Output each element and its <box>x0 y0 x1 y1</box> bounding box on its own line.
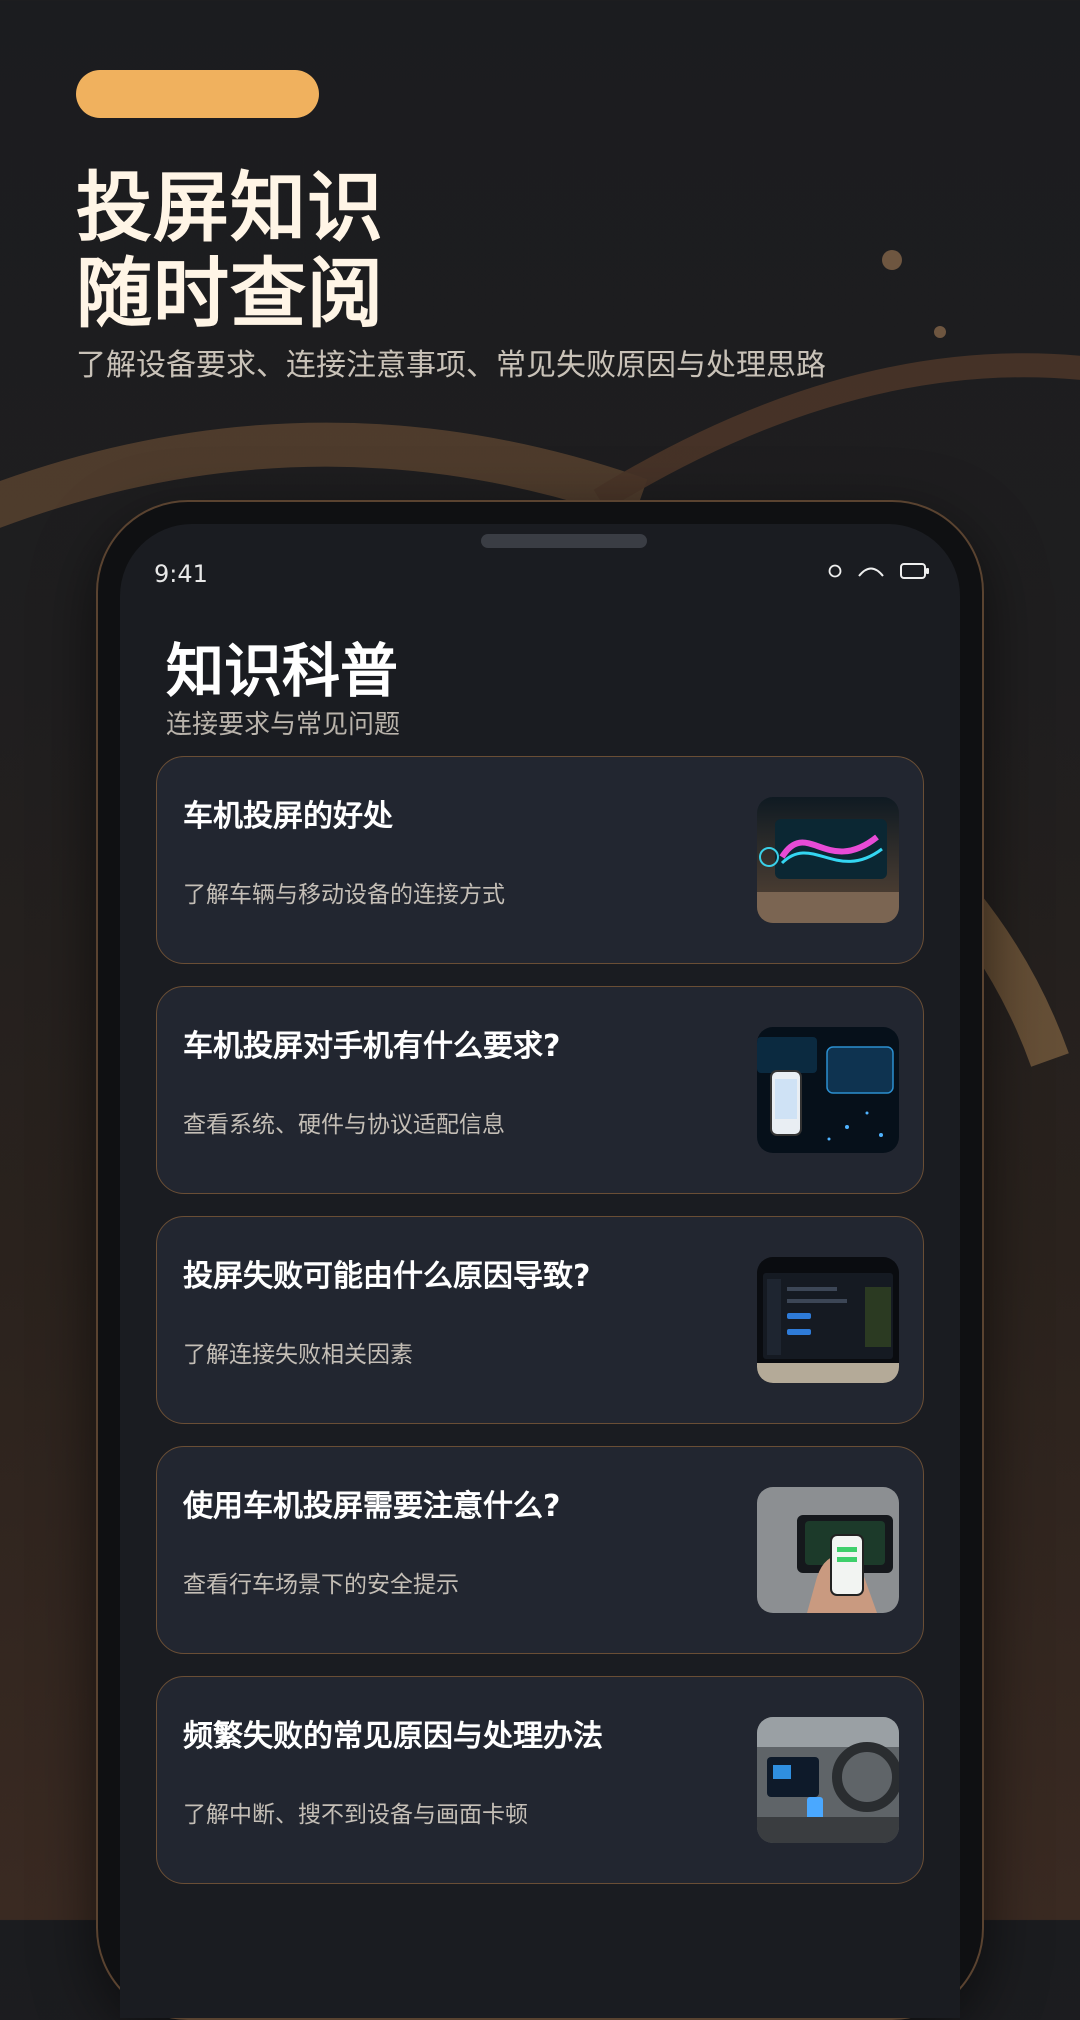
hero-title-line2: 随时查阅 <box>76 249 384 338</box>
card-title: 车机投屏的好处 <box>183 799 393 834</box>
knowledge-card[interactable]: 车机投屏对手机有什么要求? 查看系统、硬件与协议适配信息 <box>156 986 924 1194</box>
phone-and-car-screen-image <box>757 1027 899 1153</box>
car-interior-image <box>757 1717 899 1843</box>
knowledge-card[interactable]: 车机投屏的好处 了解车辆与移动设备的连接方式 <box>156 756 924 964</box>
card-title: 投屏失败可能由什么原因导致? <box>183 1259 591 1294</box>
car-infotainment-screen-image <box>757 1257 899 1383</box>
phone-notch <box>481 534 647 548</box>
card-description: 查看行车场景下的安全提示 <box>183 1572 459 1598</box>
page-title: 知识科普 <box>166 637 399 705</box>
battery-icon <box>900 562 930 580</box>
hero-title-line1: 投屏知识 <box>76 163 384 252</box>
page-subtitle: 连接要求与常见问题 <box>166 710 401 740</box>
circle-icon <box>828 564 842 578</box>
hand-holding-phone-image <box>757 1487 899 1613</box>
knowledge-card-list: 车机投屏的好处 了解车辆与移动设备的连接方式 车机投屏对手机有什么要求? 查看系… <box>156 756 924 1906</box>
card-description: 了解车辆与移动设备的连接方式 <box>183 882 505 908</box>
card-description: 了解中断、搜不到设备与画面卡顿 <box>183 1802 528 1828</box>
phone-mockup: 9:41 知识科普 连接要求与常见问题 车机投屏的好处 了解车辆与移动设备的连接… <box>96 500 984 2020</box>
status-time: 9:41 <box>154 560 208 588</box>
knowledge-card[interactable]: 频繁失败的常见原因与处理办法 了解中断、搜不到设备与画面卡顿 <box>156 1676 924 1884</box>
wifi-icon <box>856 563 886 579</box>
card-description: 查看系统、硬件与协议适配信息 <box>183 1112 505 1138</box>
status-icons <box>828 562 930 580</box>
phone-screen: 9:41 知识科普 连接要求与常见问题 车机投屏的好处 了解车辆与移动设备的连接… <box>120 524 960 2018</box>
accent-pill <box>76 70 319 118</box>
card-title: 频繁失败的常见原因与处理办法 <box>183 1719 603 1754</box>
knowledge-card[interactable]: 投屏失败可能由什么原因导致? 了解连接失败相关因素 <box>156 1216 924 1424</box>
card-title: 车机投屏对手机有什么要求? <box>183 1029 561 1064</box>
card-description: 了解连接失败相关因素 <box>183 1342 413 1368</box>
hero-subtitle: 了解设备要求、连接注意事项、常见失败原因与处理思路 <box>76 348 826 383</box>
car-dashboard-image <box>757 797 899 923</box>
knowledge-card[interactable]: 使用车机投屏需要注意什么? 查看行车场景下的安全提示 <box>156 1446 924 1654</box>
hero-title: 投屏知识 随时查阅 <box>76 165 636 337</box>
card-title: 使用车机投屏需要注意什么? <box>183 1489 561 1524</box>
